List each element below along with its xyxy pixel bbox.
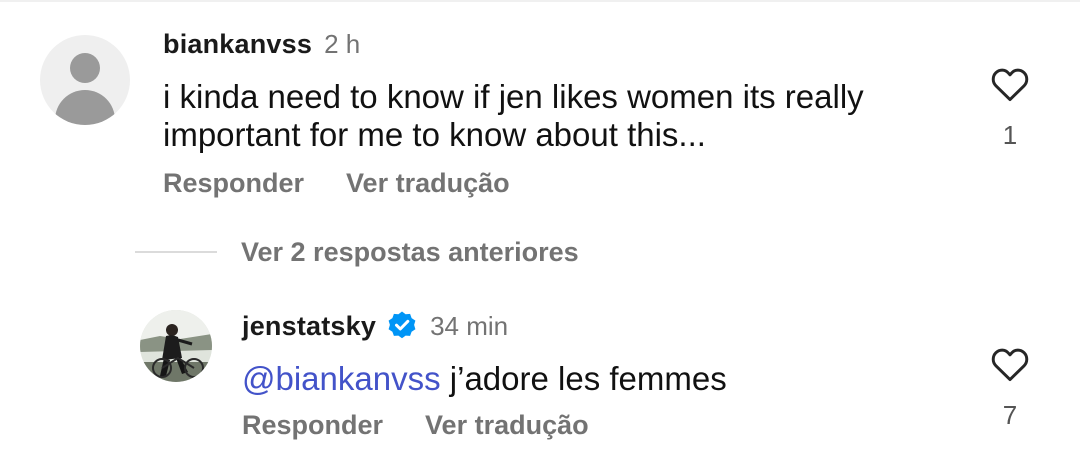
replies-divider	[135, 251, 217, 253]
comment-username[interactable]: biankanvss	[163, 29, 312, 60]
like-control: 7	[980, 346, 1040, 431]
see-translation-button[interactable]: Ver tradução	[425, 410, 589, 441]
comment-username[interactable]: jenstatsky	[242, 311, 376, 342]
comment-actions: Responder Ver tradução	[242, 410, 631, 441]
top-divider	[0, 0, 1080, 2]
mention-link[interactable]: @biankanvss	[242, 360, 441, 397]
comment-timestamp: 2 h	[324, 28, 361, 59]
verified-badge-icon	[388, 311, 416, 339]
heart-outline-icon[interactable]	[990, 66, 1030, 102]
heart-outline-icon[interactable]	[990, 346, 1030, 382]
like-control: 1	[980, 66, 1040, 151]
like-count: 1	[1002, 120, 1018, 150]
comment-body: j’adore les femmes	[449, 360, 727, 397]
comment-text: @biankanvss j’adore les femmes	[242, 360, 942, 398]
comment-actions: Responder Ver tradução	[163, 168, 552, 199]
reply-button[interactable]: Responder	[242, 410, 383, 441]
see-translation-button[interactable]: Ver tradução	[346, 168, 510, 199]
reply-button[interactable]: Responder	[163, 168, 304, 199]
like-count: 7	[1002, 400, 1018, 430]
default-avatar-icon[interactable]	[40, 35, 130, 125]
comment-text: i kinda need to know if jen likes women …	[163, 78, 864, 153]
profile-photo-avatar[interactable]	[140, 310, 212, 382]
view-replies-button[interactable]: Ver 2 respostas anteriores	[241, 237, 579, 268]
comment-timestamp: 34 min	[430, 310, 509, 341]
comment-header: biankanvss 2 h	[163, 26, 360, 62]
view-replies-row[interactable]: Ver 2 respostas anteriores	[135, 232, 579, 272]
comment-header: jenstatsky 34 min	[242, 308, 508, 344]
